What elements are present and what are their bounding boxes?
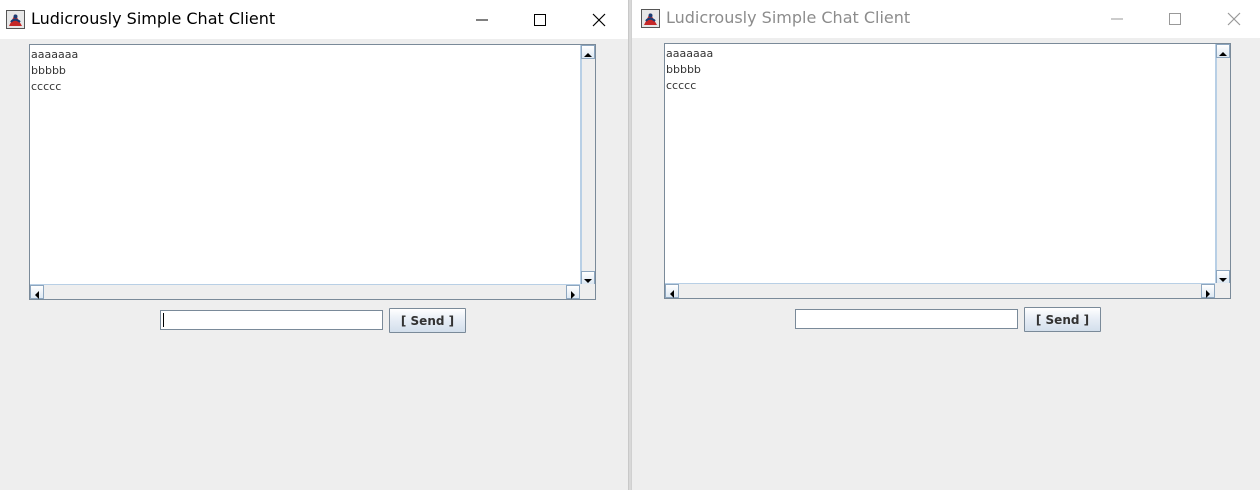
scrollbar-corner	[1215, 283, 1230, 298]
scroll-down-button[interactable]	[581, 271, 595, 285]
vertical-scroll-track[interactable]	[1216, 58, 1230, 270]
vertical-scroll-track[interactable]	[581, 59, 595, 271]
horizontal-scroll-track[interactable]	[679, 284, 1201, 298]
chat-history-pane[interactable]: aaaaaaa bbbbb ccccc	[29, 44, 596, 300]
title-bar[interactable]: Ludicrously Simple Chat Client	[0, 0, 628, 39]
arrow-left-icon	[35, 291, 39, 299]
send-button[interactable]: [ Send ]	[389, 308, 466, 333]
scroll-right-button[interactable]	[1201, 284, 1215, 298]
minimize-icon	[476, 19, 488, 20]
text-caret	[163, 313, 164, 327]
scroll-up-button[interactable]	[1216, 44, 1230, 58]
message-input[interactable]	[795, 309, 1018, 329]
close-icon	[1227, 12, 1241, 25]
scroll-down-button[interactable]	[1216, 270, 1230, 284]
arrow-right-icon	[1206, 290, 1210, 298]
chat-window-left: Ludicrously Simple Chat Client aaaaaaa b…	[0, 0, 629, 490]
chat-line: aaaaaaa	[31, 48, 79, 61]
horizontal-scrollbar[interactable]	[30, 284, 580, 299]
scroll-left-button[interactable]	[665, 284, 679, 298]
minimize-button[interactable]	[1088, 0, 1146, 38]
send-button[interactable]: [ Send ]	[1024, 307, 1101, 332]
chat-history-text[interactable]: aaaaaaa bbbbb ccccc	[30, 45, 580, 285]
maximize-button[interactable]	[1146, 0, 1204, 38]
maximize-icon	[1169, 12, 1181, 25]
vertical-scrollbar[interactable]	[580, 45, 595, 285]
scroll-right-button[interactable]	[566, 285, 580, 299]
minimize-button[interactable]	[453, 0, 511, 39]
vertical-scrollbar[interactable]	[1215, 44, 1230, 284]
close-button[interactable]	[1205, 0, 1260, 38]
window-title: Ludicrously Simple Chat Client	[666, 8, 911, 27]
close-button[interactable]	[570, 0, 628, 39]
chat-history-text[interactable]: aaaaaaa bbbbb ccccc	[665, 44, 1215, 284]
window-title: Ludicrously Simple Chat Client	[31, 9, 276, 28]
java-app-icon	[6, 10, 25, 29]
minimize-icon	[1111, 18, 1123, 19]
maximize-button[interactable]	[511, 0, 569, 39]
java-app-icon	[641, 9, 660, 28]
chat-history-pane[interactable]: aaaaaaa bbbbb ccccc	[664, 43, 1231, 299]
scrollbar-corner	[580, 284, 595, 299]
chat-line: ccccc	[31, 80, 62, 93]
horizontal-scrollbar[interactable]	[665, 283, 1215, 298]
chat-line: bbbbb	[666, 63, 701, 76]
message-input[interactable]	[160, 310, 383, 330]
maximize-icon	[534, 13, 546, 26]
arrow-right-icon	[571, 291, 575, 299]
close-icon	[592, 13, 606, 26]
scroll-left-button[interactable]	[30, 285, 44, 299]
chat-line: bbbbb	[31, 64, 66, 77]
arrow-left-icon	[670, 290, 674, 298]
chat-window-right: Ludicrously Simple Chat Client aaaaaaa b…	[631, 0, 1260, 490]
chat-line: aaaaaaa	[666, 47, 714, 60]
scroll-up-button[interactable]	[581, 45, 595, 59]
horizontal-scroll-track[interactable]	[44, 285, 566, 299]
chat-line: ccccc	[666, 79, 697, 92]
title-bar[interactable]: Ludicrously Simple Chat Client	[632, 0, 1260, 38]
